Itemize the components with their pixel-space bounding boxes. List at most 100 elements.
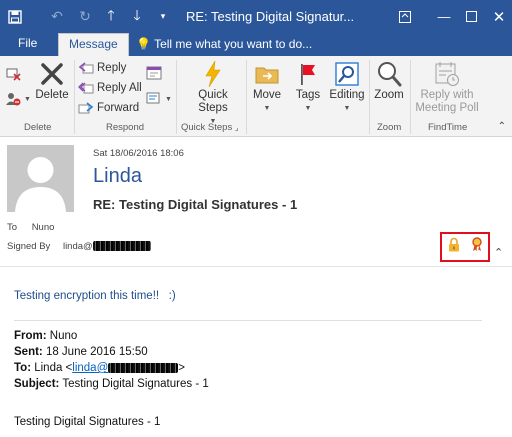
reply-icon xyxy=(78,60,94,76)
signed-by-label: Signed By xyxy=(7,241,51,252)
quoted-message: From: Nuno Sent: 18 June 2016 15:50 To: … xyxy=(14,328,209,430)
chevron-down-icon: ▼ xyxy=(263,105,271,112)
quoted-sent: Sent: 18 June 2016 15:50 xyxy=(14,346,148,358)
meeting-poll-label-1: Reply with xyxy=(420,89,474,101)
digital-signature-ribbon-icon[interactable] xyxy=(471,237,483,257)
message-date: Sat 18/06/2016 18:06 xyxy=(93,148,184,159)
lightning-icon xyxy=(188,59,238,89)
meeting-button[interactable] xyxy=(146,64,165,82)
group-separator xyxy=(369,60,370,134)
undo-icon[interactable]: ↶ xyxy=(44,0,70,33)
zoom-label: Zoom xyxy=(374,89,404,101)
tab-bar: File Message 💡 Tell me what you want to … xyxy=(0,33,512,57)
quoted-from: From: Nuno xyxy=(14,330,78,342)
find-icon xyxy=(327,59,367,89)
delete-label: Delete xyxy=(35,89,69,101)
reply-button[interactable]: Reply xyxy=(78,59,126,77)
to-row: To Nuno xyxy=(7,222,54,233)
to-recipient[interactable]: Nuno xyxy=(32,222,55,233)
junk-icon xyxy=(5,91,21,107)
editing-button[interactable]: Editing ▼ xyxy=(327,59,367,115)
im-icon xyxy=(146,91,162,107)
arrow-up-icon[interactable]: 🡑 xyxy=(98,0,124,33)
meeting-icon xyxy=(146,65,162,81)
collapse-header-icon[interactable]: ⌃ xyxy=(494,246,503,259)
move-label: Move xyxy=(252,89,282,101)
customize-quick-access-icon[interactable]: ▾ xyxy=(150,0,176,33)
chevron-down-icon: ▼ xyxy=(343,105,351,112)
group-separator xyxy=(246,60,247,134)
dialog-launcher-icon[interactable]: ⌟ xyxy=(235,123,239,132)
editing-label: Editing xyxy=(329,89,365,101)
more-respond-button[interactable]: ▼ xyxy=(146,90,172,108)
message-header: Sat 18/06/2016 18:06 Linda RE: Testing D… xyxy=(0,138,512,266)
quoted-to: To: Linda <linda@ > xyxy=(14,362,185,374)
group-separator xyxy=(176,60,177,134)
meeting-poll-label-2: Meeting Poll xyxy=(415,102,479,114)
reply-all-icon xyxy=(78,80,94,96)
message-subject: RE: Testing Digital Signatures - 1 xyxy=(93,197,298,212)
chevron-down-icon: ▼ xyxy=(165,95,172,103)
reply-text: Testing encryption this time!! :) xyxy=(14,290,176,302)
security-icons-highlight xyxy=(440,232,490,262)
reply-with-meeting-poll-button[interactable]: Reply with Meeting Poll xyxy=(412,59,482,115)
reply-label: Reply xyxy=(97,62,127,74)
forward-icon xyxy=(78,100,94,116)
tags-label: Tags xyxy=(295,89,321,101)
avatar xyxy=(7,145,74,212)
group-label-delete: Delete xyxy=(24,122,52,133)
sender-name[interactable]: Linda xyxy=(93,165,142,188)
quick-steps-label-2: Steps xyxy=(198,102,228,114)
group-label-respond: Respond xyxy=(106,122,145,133)
to-label: To xyxy=(7,222,18,233)
redacted-scribble xyxy=(92,241,151,252)
quoted-body: Testing Digital Signatures - 1 xyxy=(14,416,161,428)
tags-button[interactable]: Tags ▼ xyxy=(292,59,324,115)
tab-message[interactable]: Message xyxy=(58,33,129,57)
ribbon: ▼ Delete Delete Reply Reply All Forward xyxy=(0,56,512,137)
encrypted-lock-icon[interactable] xyxy=(448,237,460,257)
title-bar: ↶ ↻ 🡑 🡓 ▾ RE: Testing Digital Signatur..… xyxy=(0,0,512,33)
quoted-subject: Subject: Testing Digital Signatures - 1 xyxy=(14,378,209,390)
ignore-icon xyxy=(5,65,21,81)
tell-me-search[interactable]: 💡 Tell me what you want to do... xyxy=(136,33,312,56)
chevron-down-icon: ▼ xyxy=(304,105,312,112)
quick-steps-button[interactable]: Quick Steps ▼ xyxy=(188,59,238,128)
window-title: RE: Testing Digital Signatur... xyxy=(186,9,355,24)
group-label-quick-steps: Quick Steps ⌟ xyxy=(181,122,239,133)
forward-button[interactable]: Forward xyxy=(78,99,139,117)
header-divider xyxy=(0,266,512,267)
forward-label: Forward xyxy=(97,102,140,114)
redo-icon[interactable]: ↻ xyxy=(72,0,98,33)
move-button[interactable]: Move ▼ xyxy=(250,59,284,115)
group-separator xyxy=(410,60,411,134)
reply-all-button[interactable]: Reply All xyxy=(78,79,142,97)
zoom-button[interactable]: Zoom xyxy=(372,59,406,102)
email-link[interactable]: linda@ xyxy=(72,362,179,374)
signed-by-value: linda@ xyxy=(62,241,93,252)
signed-by-row: Signed By linda@ xyxy=(7,241,151,252)
save-icon[interactable] xyxy=(2,0,28,33)
arrow-down-icon[interactable]: 🡓 xyxy=(124,0,150,33)
chevron-down-icon: ▼ xyxy=(24,95,31,103)
redacted-scribble xyxy=(108,362,179,373)
quoted-separator xyxy=(14,320,482,321)
meeting-poll-icon xyxy=(412,59,482,89)
group-label-zoom: Zoom xyxy=(377,122,402,133)
tab-file[interactable]: File xyxy=(8,33,47,56)
tell-me-label: Tell me what you want to do... xyxy=(154,37,313,51)
collapse-ribbon-icon[interactable]: ⌃ xyxy=(498,121,506,132)
ribbon-display-options-icon[interactable] xyxy=(383,0,427,33)
close-icon[interactable]: ✕ xyxy=(477,0,512,33)
zoom-icon xyxy=(372,59,406,89)
ignore-button[interactable] xyxy=(5,64,24,82)
lightbulb-icon: 💡 xyxy=(136,37,151,51)
delete-button[interactable]: Delete xyxy=(32,59,72,102)
quick-steps-label-1: Quick xyxy=(198,89,228,101)
reply-all-label: Reply All xyxy=(97,82,142,94)
junk-button[interactable]: ▼ xyxy=(5,90,31,108)
delete-icon xyxy=(32,59,72,89)
group-label-findtime: FindTime xyxy=(428,122,468,133)
group-separator xyxy=(74,60,75,134)
flag-icon xyxy=(292,59,324,89)
